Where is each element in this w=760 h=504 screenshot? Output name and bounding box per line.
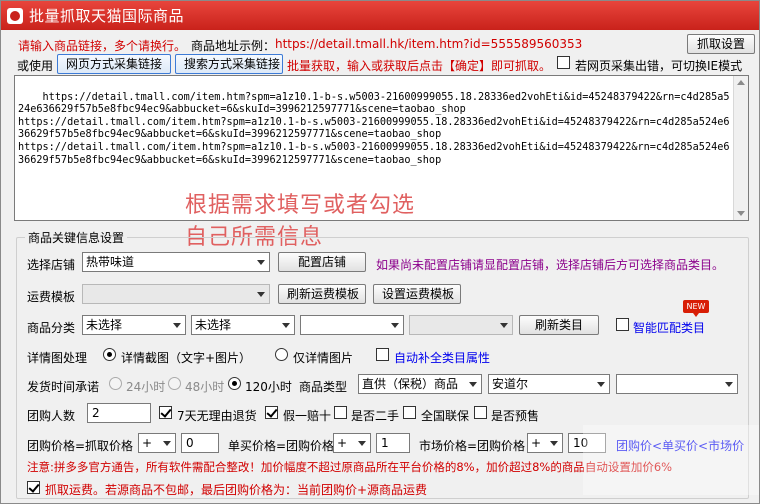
category-2-value: 未选择 (195, 318, 232, 332)
national-warranty-label: 全国联保 (421, 409, 470, 423)
shop-label: 选择店铺 (27, 258, 76, 272)
presale-label: 是否预售 (491, 409, 540, 423)
refresh-category-button[interactable]: 刷新类目 (519, 315, 599, 335)
scroll-up-icon[interactable] (737, 80, 745, 85)
chevron-down-icon (257, 260, 265, 265)
category-1-value: 未选择 (86, 318, 123, 332)
group-price-label: 团购价格=抓取价格 (27, 439, 134, 453)
title-bar: 批量抓取天猫国际商品 (1, 1, 759, 30)
chevron-down-icon (173, 323, 181, 328)
group-size-label: 团购人数 (27, 409, 76, 423)
window-title: 批量抓取天猫国际商品 (29, 7, 185, 25)
market-price-op-value: + (531, 436, 542, 450)
second-hand-checkbox[interactable] (334, 406, 347, 419)
web-collect-button[interactable]: 网页方式采集链接 (57, 54, 171, 74)
freight-label: 运费模板 (27, 290, 76, 304)
chevron-down-icon (257, 292, 265, 297)
freight-grab-checkbox[interactable] (27, 481, 40, 494)
fake-one-pay-ten-label: 假一赔十 (283, 409, 332, 423)
ship-24-radio[interactable] (109, 377, 122, 390)
ship-48-label: 48小时 (185, 380, 225, 394)
goods-type-select[interactable]: 直供（保税）商品 (358, 374, 482, 394)
annotation-line-1: 根据需求填写或者勾选 (185, 193, 416, 218)
single-price-op-select[interactable]: + (333, 433, 371, 453)
search-collect-button[interactable]: 搜索方式采集链接 (175, 54, 283, 74)
return-7days-label: 7天无理由退货 (177, 409, 257, 423)
chevron-down-icon (500, 323, 508, 328)
category-select-4[interactable] (409, 315, 513, 335)
refresh-freight-button[interactable]: 刷新运费模板 (278, 284, 366, 304)
or-use-label: 或使用 (17, 59, 54, 73)
second-hand-label: 是否二手 (351, 409, 400, 423)
fake-one-pay-ten-checkbox[interactable] (265, 406, 278, 419)
chevron-down-icon (282, 323, 290, 328)
national-warranty-checkbox[interactable] (403, 406, 416, 419)
extra-select[interactable] (616, 374, 738, 394)
detail-option-2-label: 仅详情图片 (293, 351, 354, 365)
links-text: https://detail.tmall.com/item.htm?spm=a1… (18, 91, 730, 166)
chevron-down-icon (550, 441, 558, 446)
new-badge: NEW (683, 300, 709, 317)
chevron-down-icon (163, 441, 171, 446)
single-price-label: 单买价格=团购价格 (228, 439, 335, 453)
shop-select[interactable]: 热带味道 (82, 252, 270, 272)
detail-option-2-radio[interactable] (275, 348, 288, 361)
goods-type-label: 商品类型 (299, 380, 348, 394)
app-window: 批量抓取天猫国际商品 请输入商品链接，多个请换行。 商品地址示例： https:… (0, 0, 760, 504)
chevron-down-icon (597, 382, 605, 387)
settings-group-title: 商品关键信息设置 (25, 229, 128, 246)
textarea-scrollbar[interactable] (733, 76, 748, 220)
category-label: 商品分类 (27, 321, 76, 335)
freight-select[interactable] (82, 284, 270, 304)
freight-grab-label: 抓取运费。若源商品不包邮，最后团购价格为：当前团购价+源商品运费 (45, 483, 428, 497)
settings-button[interactable]: 抓取设置 (687, 34, 755, 54)
prompt-text: 请输入商品链接，多个请换行。 (18, 39, 187, 53)
detail-label: 详情图处理 (27, 351, 88, 365)
single-price-input[interactable] (376, 433, 410, 453)
ship-48-radio[interactable] (168, 377, 181, 390)
category-select-1[interactable]: 未选择 (82, 315, 186, 335)
chevron-down-icon (391, 323, 399, 328)
set-freight-button[interactable]: 设置运费模板 (373, 284, 461, 304)
group-price-op-value: + (142, 436, 153, 450)
category-select-3[interactable] (300, 315, 404, 335)
market-price-label: 市场价格=团购价格 (419, 439, 526, 453)
scroll-down-icon[interactable] (737, 211, 745, 216)
config-shop-button[interactable]: 配置店铺 (278, 252, 366, 272)
detail-option-1-label: 详情截图（文字+图片） (121, 351, 252, 365)
warehouse-value: 安道尔 (492, 377, 529, 391)
notice-text: 注意:拼多多官方通告，所有软件需配合整改！加价幅度不超过原商品所在平台价格的8%… (27, 460, 673, 474)
batch-hint: 批量获取，输入或获取后点击【确定】即可抓取。 (287, 59, 552, 73)
return-7days-checkbox[interactable] (159, 406, 172, 419)
chevron-down-icon (469, 382, 477, 387)
watermark-overlay (583, 425, 759, 495)
presale-checkbox[interactable] (474, 406, 487, 419)
ship-120-radio[interactable] (228, 377, 241, 390)
ship-24-label: 24小时 (126, 380, 166, 394)
smart-match-label[interactable]: 智能匹配类目 (633, 319, 705, 336)
shop-select-value: 热带味道 (86, 255, 135, 269)
ie-mode-label: 若网页采集出错，可切换IE模式 (575, 59, 743, 73)
chevron-down-icon (358, 441, 366, 446)
group-price-input[interactable] (181, 433, 219, 453)
smart-match-checkbox[interactable] (616, 318, 629, 331)
goods-type-value: 直供（保税）商品 (362, 377, 459, 391)
chevron-down-icon (725, 382, 733, 387)
ship-label: 发货时间承诺 (27, 380, 100, 394)
auto-fill-label[interactable]: 自动补全类目属性 (394, 349, 490, 366)
example-url: https://detail.tmall.hk/item.htm?id=5555… (275, 37, 583, 51)
app-icon (7, 7, 23, 24)
group-size-input[interactable] (87, 403, 151, 423)
group-price-op-select[interactable]: + (138, 433, 176, 453)
ie-mode-checkbox[interactable] (557, 56, 570, 69)
single-price-op-value: + (337, 436, 348, 450)
market-price-op-select[interactable]: + (527, 433, 563, 453)
warehouse-select[interactable]: 安道尔 (488, 374, 610, 394)
example-label: 商品地址示例： (191, 39, 276, 53)
ship-120-label: 120小时 (245, 380, 292, 394)
category-select-2[interactable]: 未选择 (191, 315, 295, 335)
auto-fill-checkbox[interactable] (376, 348, 389, 361)
shop-hint: 如果尚未配置店铺请显配置店铺，选择店铺后方可选择商品类目。 (376, 258, 725, 272)
detail-option-1-radio[interactable] (103, 348, 116, 361)
